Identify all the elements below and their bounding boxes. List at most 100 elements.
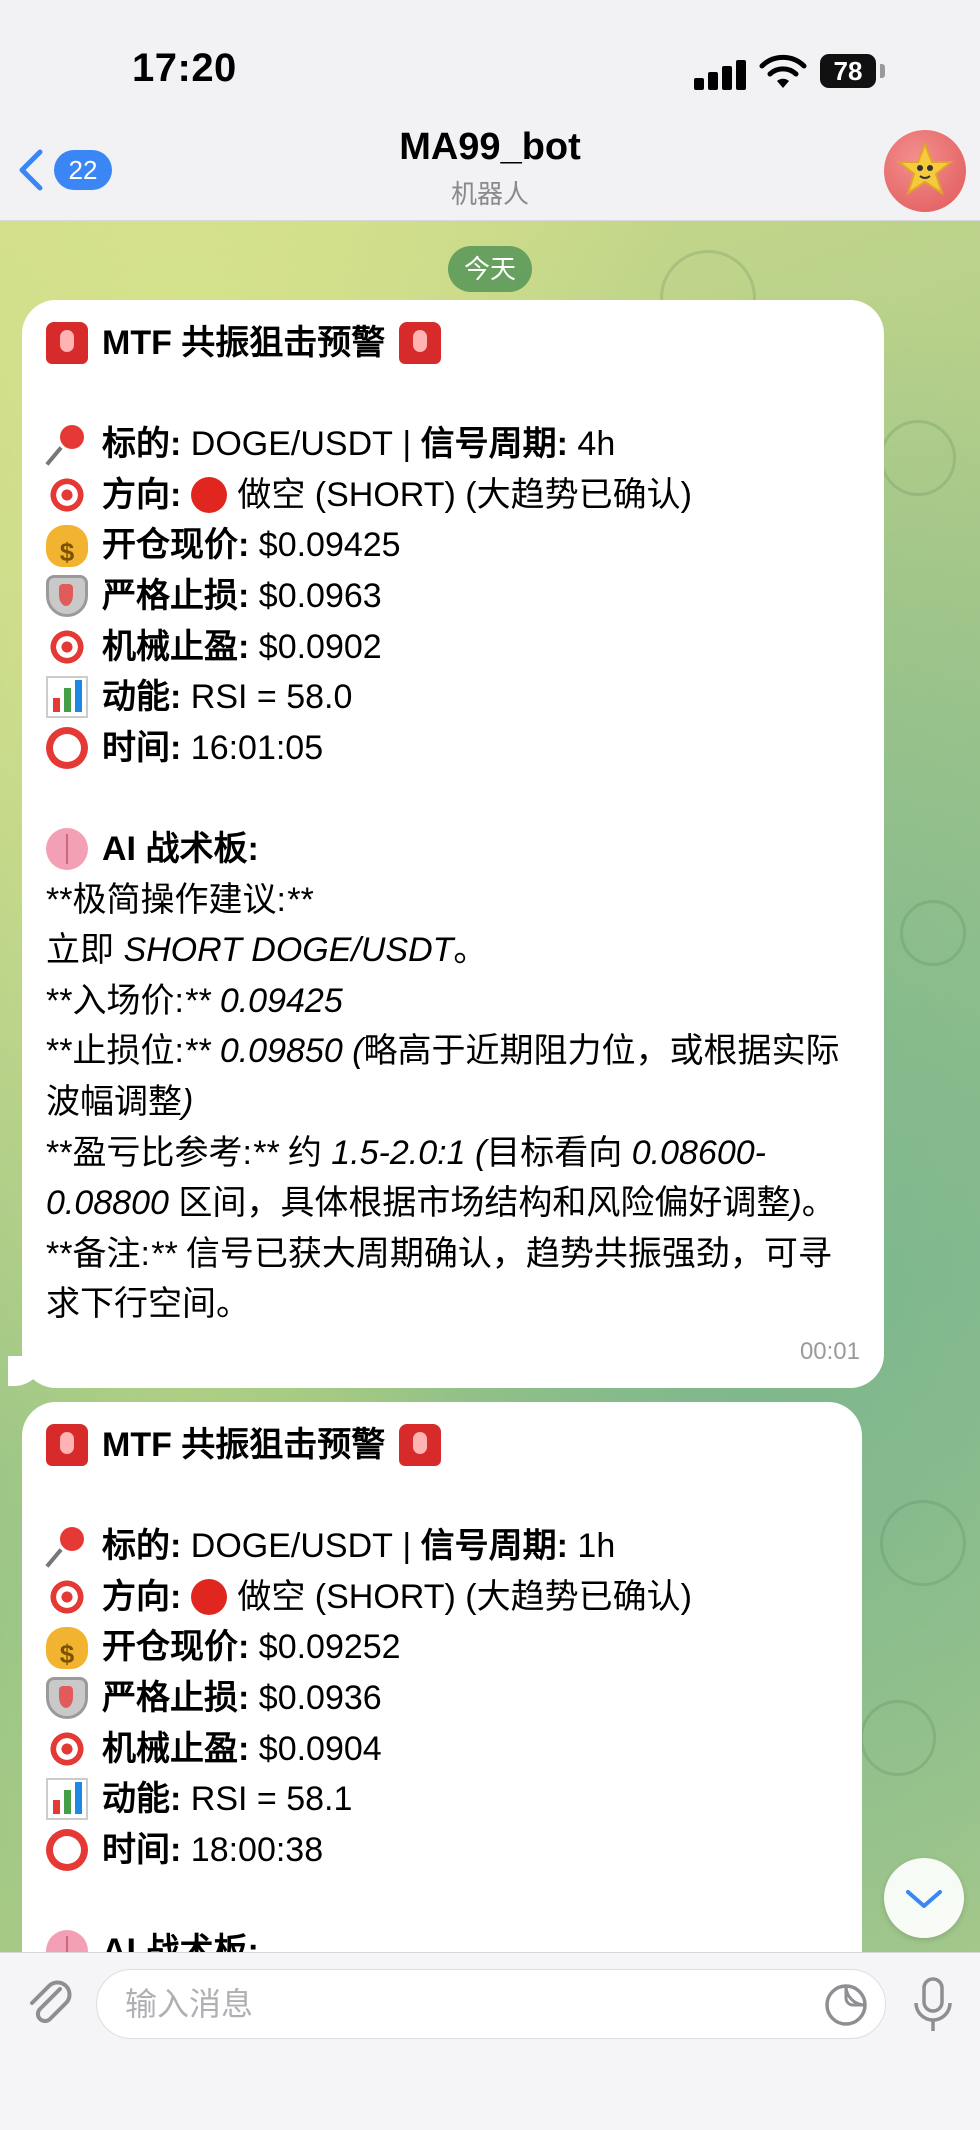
alarm-clock-icon [46,1829,88,1872]
date-separator: 今天 [448,246,532,292]
pushpin-icon [46,423,88,465]
stop-value: $0.0936 [258,1678,382,1717]
ai-line: **入场价:** 0.09425 [46,981,343,1020]
target-icon [46,474,88,517]
ai-label: AI 战术板: [102,829,259,868]
target-icon [46,1576,88,1619]
ai-header-line: AI 战术板: [46,824,860,875]
time-line: 时间: 16:01:05 [46,723,860,774]
entry-line: 开仓现价: $0.09425 [46,520,860,577]
siren-icon [399,1424,442,1467]
ai-line: **备注:** 信号已获大周期确认，趋势共振强劲，可寻求下行空间。 [46,1234,832,1324]
period-value: 1h [577,1527,616,1566]
symbol-line: 标的: DOGE/USDT | 信号周期: 1h [46,1521,838,1572]
stop-label: 严格止损: [102,576,250,615]
direction-value: 做空 (SHORT) (大趋势已确认) [237,475,692,514]
alarm-clock-icon [46,727,88,770]
target-icon [46,1727,88,1770]
paperclip-icon[interactable] [24,1975,74,2031]
take-profit-line: 机械止盈: $0.0902 [46,622,860,673]
take-profit-value: $0.0902 [258,627,382,666]
symbol-value: DOGE/USDT [190,425,393,464]
bot-avatar[interactable] [884,130,966,212]
momentum-value: RSI = 58.0 [190,678,353,717]
money-bag-icon [46,1626,88,1679]
message-title-line: MTF 共振狙击预警 [46,1420,838,1471]
stop-line: 严格止损: $0.0963 [46,571,860,622]
take-profit-label: 机械止盈: [102,1729,250,1768]
brain-icon [46,828,88,871]
entry-label: 开仓现价: [102,1628,250,1667]
message-timestamp: 00:01 [799,1338,860,1366]
red-circle-icon [191,1579,228,1616]
period-value: 4h [577,425,616,464]
target-icon [46,625,88,668]
message-input-placeholder: 输入消息 [125,1986,254,2022]
entry-label: 开仓现价: [102,526,250,565]
sticker-icon[interactable] [823,1982,869,2028]
message-input[interactable]: 输入消息 [96,1969,886,2039]
cellular-signal-icon [694,56,754,90]
time-label: 时间: [102,1830,182,1869]
take-profit-line: 机械止盈: $0.0904 [46,1724,838,1775]
momentum-label: 动能: [102,1780,182,1819]
stop-label: 严格止损: [102,1678,250,1717]
chevron-down-icon [906,1890,942,1908]
money-bag-icon [46,524,88,577]
status-time: 17:20 [132,46,237,90]
message-composer: 输入消息 [0,1952,980,2130]
direction-value: 做空 (SHORT) (大趋势已确认) [237,1577,692,1616]
bar-chart-icon [46,676,88,719]
bar-chart-icon [46,1778,88,1821]
chat-subtitle: 机器人 [450,179,529,209]
symbol-label: 标的: [102,1527,182,1566]
direction-line: 方向: 做空 (SHORT) (大趋势已确认) [46,470,860,521]
momentum-value: RSI = 58.1 [190,1780,353,1819]
siren-icon [399,322,442,365]
period-label: 信号周期: [420,1527,568,1566]
shield-icon [46,575,88,618]
message-bubble[interactable]: MTF 共振狙击预警 标的: DOGE/USDT | 信号周期: 1h 方向: … [22,1402,862,1973]
shield-icon [46,1677,88,1720]
momentum-label: 动能: [102,678,182,717]
siren-icon [46,1424,88,1467]
take-profit-label: 机械止盈: [102,627,250,666]
stop-line: 严格止损: $0.0936 [46,1673,838,1724]
take-profit-value: $0.0904 [258,1729,382,1768]
period-label: 信号周期: [420,425,568,464]
microphone-icon[interactable] [908,1975,958,2035]
direction-line: 方向: 做空 (SHORT) (大趋势已确认) [46,1572,838,1623]
symbol-value: DOGE/USDT [190,1527,393,1566]
ai-line: 立即 SHORT DOGE/USDT。 [46,931,488,970]
wifi-icon [759,54,807,88]
ai-line: **止损位:** 0.09850 (略高于近期阻力位，或根据实际波幅调整) [46,1032,840,1121]
symbol-line: 标的: DOGE/USDT | 信号周期: 4h [46,419,860,470]
time-value: 16:01:05 [190,728,324,767]
siren-icon [46,322,88,365]
direction-label: 方向: [102,1577,182,1616]
momentum-line: 动能: RSI = 58.1 [46,1774,838,1825]
time-value: 18:00:38 [190,1830,324,1869]
ai-line: **极简操作建议:** [46,880,313,919]
pushpin-icon [46,1525,88,1567]
entry-line: 开仓现价: $0.09252 [46,1622,838,1679]
symbol-label: 标的: [102,425,182,464]
star-face-icon [896,141,954,196]
momentum-line: 动能: RSI = 58.0 [46,672,860,723]
scroll-to-bottom-button[interactable] [884,1858,964,1938]
stop-value: $0.0963 [258,576,382,615]
entry-value: $0.09252 [258,1628,401,1667]
time-line: 时间: 18:00:38 [46,1825,838,1876]
message-title-line: MTF 共振狙击预警 [46,318,860,369]
time-label: 时间: [102,728,182,767]
battery-indicator: 78 [820,54,876,88]
red-circle-icon [191,477,228,514]
message-title: MTF 共振狙击预警 [102,1426,386,1464]
chat-title[interactable]: MA99_bot [0,126,980,169]
direction-label: 方向: [102,475,182,514]
battery-cap [880,64,885,78]
top-bar: 17:20 78 22 MA99_bot 机器人 [0,0,980,221]
message-bubble[interactable]: MTF 共振狙击预警 标的: DOGE/USDT | 信号周期: 4h 方向: … [22,300,884,1388]
entry-value: $0.09425 [258,526,401,565]
ai-line: **盈亏比参考:** 约 1.5-2.0:1 (目标看向 0.08600-0.0… [46,1133,836,1223]
